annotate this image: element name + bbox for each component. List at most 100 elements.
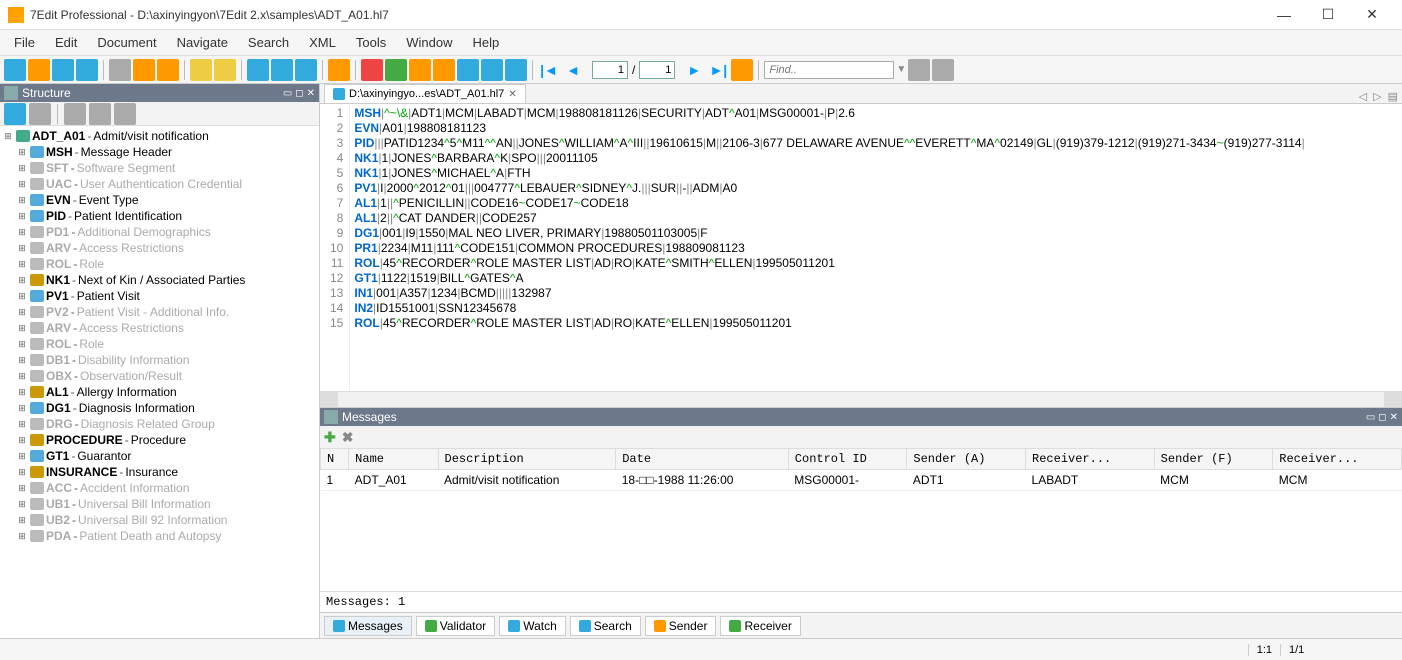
expand-icon[interactable]: ⊞ bbox=[16, 307, 28, 318]
tree-node-rol[interactable]: ⊞ROL - Role bbox=[2, 336, 317, 352]
tree-node-drg[interactable]: ⊞DRG - Diagnosis Related Group bbox=[2, 416, 317, 432]
box-icon[interactable] bbox=[409, 59, 431, 81]
tree-node-ub2[interactable]: ⊞UB2 - Universal Bill 92 Information bbox=[2, 512, 317, 528]
expand-icon[interactable]: ⊞ bbox=[16, 163, 28, 174]
cut-icon[interactable] bbox=[109, 59, 131, 81]
redo-icon[interactable] bbox=[214, 59, 236, 81]
menu-tools[interactable]: Tools bbox=[346, 31, 396, 54]
code-line[interactable]: PR1|2234|M11|111^CODE151|COMMON PROCEDUR… bbox=[354, 241, 1304, 256]
tree-node-al1[interactable]: ⊞AL1 - Allergy Information bbox=[2, 384, 317, 400]
expand-icon[interactable]: ⊞ bbox=[16, 227, 28, 238]
code-line[interactable]: DG1|001|I9|1550|MAL NEO LIVER, PRIMARY|1… bbox=[354, 226, 1304, 241]
minimize-button[interactable]: — bbox=[1262, 1, 1306, 29]
code-line[interactable]: PID|||PATID1234^5^M11^^AN||JONES^WILLIAM… bbox=[354, 136, 1304, 151]
down-icon[interactable] bbox=[385, 59, 407, 81]
expand-icon[interactable]: ⊞ bbox=[16, 323, 28, 334]
menu-file[interactable]: File bbox=[4, 31, 45, 54]
scroll-right-icon[interactable] bbox=[1384, 392, 1402, 407]
file-tab[interactable]: D:\axinyingyo...es\ADT_A01.hl7 ✕ bbox=[324, 84, 526, 103]
tab-prev-icon[interactable]: ◁ bbox=[1359, 90, 1367, 103]
tree-node-dg1[interactable]: ⊞DG1 - Diagnosis Information bbox=[2, 400, 317, 416]
code-line[interactable]: GT1|1122|1519|BILL^GATES^A bbox=[354, 271, 1304, 286]
up-icon[interactable] bbox=[64, 103, 86, 125]
tree-node-insurance[interactable]: ⊞INSURANCE - Insurance bbox=[2, 464, 317, 480]
code-line[interactable]: NK1|1|JONES^MICHAEL^A|FTH bbox=[354, 166, 1304, 181]
code-line[interactable]: IN1|001|A357|1234|BCMD|||||132987 bbox=[354, 286, 1304, 301]
expand-icon[interactable]: ⊞ bbox=[16, 451, 28, 462]
tab-list-icon[interactable]: ▤ bbox=[1388, 90, 1398, 103]
expand-icon[interactable]: ⊞ bbox=[16, 371, 28, 382]
code-line[interactable]: MSH|^~\&|ADT1|MCM|LABADT|MCM|19880818112… bbox=[354, 106, 1304, 121]
tree-node-db1[interactable]: ⊞DB1 - Disability Information bbox=[2, 352, 317, 368]
code-editor[interactable]: 123456789101112131415 MSH|^~\&|ADT1|MCM|… bbox=[320, 104, 1402, 391]
doc-icon[interactable] bbox=[295, 59, 317, 81]
new-file-icon[interactable] bbox=[4, 59, 26, 81]
code-line[interactable]: EVN|A01|198808181123 bbox=[354, 121, 1304, 136]
expand-icon[interactable]: ⊞ bbox=[16, 483, 28, 494]
code-line[interactable]: ROL|45^RECORDER^ROLE MASTER LIST|AD|RO|K… bbox=[354, 316, 1304, 331]
messages-column-header[interactable]: Control ID bbox=[788, 449, 907, 470]
maximize-button[interactable]: ☐ bbox=[1306, 1, 1350, 29]
expand-icon[interactable]: ⊞ bbox=[16, 211, 28, 222]
tree-node-pid[interactable]: ⊞PID - Patient Identification bbox=[2, 208, 317, 224]
tree-node-obx[interactable]: ⊞OBX - Observation/Result bbox=[2, 368, 317, 384]
panel-restore-icon[interactable]: ◻ bbox=[1378, 412, 1386, 423]
search-icon[interactable] bbox=[908, 59, 930, 81]
menu-xml[interactable]: XML bbox=[299, 31, 346, 54]
code-line[interactable]: PV1|I|2000^2012^01|||004777^LEBAUER^SIDN… bbox=[354, 181, 1304, 196]
tree-node-uac[interactable]: ⊞UAC - User Authentication Credential bbox=[2, 176, 317, 192]
menu-help[interactable]: Help bbox=[462, 31, 509, 54]
code-content[interactable]: MSH|^~\&|ADT1|MCM|LABADT|MCM|19880818112… bbox=[350, 104, 1308, 391]
expand-icon[interactable]: ⊞ bbox=[16, 195, 28, 206]
find-input[interactable] bbox=[764, 61, 894, 79]
messages-column-header[interactable]: Description bbox=[438, 449, 616, 470]
tree-node-gt1[interactable]: ⊞GT1 - Guarantor bbox=[2, 448, 317, 464]
page-current-input[interactable] bbox=[592, 61, 628, 79]
close-tab-icon[interactable]: ✕ bbox=[508, 89, 516, 100]
collapse-icon[interactable] bbox=[29, 103, 51, 125]
tree-node-arv[interactable]: ⊞ARV - Access Restrictions bbox=[2, 240, 317, 256]
delete-message-icon[interactable]: ✖ bbox=[342, 429, 354, 446]
expand-icon[interactable] bbox=[4, 103, 26, 125]
page-total-input[interactable] bbox=[639, 61, 675, 79]
code-line[interactable]: AL1|2||^CAT DANDER||CODE257 bbox=[354, 211, 1304, 226]
messages-column-header[interactable]: Sender (A) bbox=[907, 449, 1026, 470]
menu-edit[interactable]: Edit bbox=[45, 31, 87, 54]
tree-node-ub1[interactable]: ⊞UB1 - Universal Bill Information bbox=[2, 496, 317, 512]
next-page-icon[interactable]: ► bbox=[683, 59, 705, 81]
expand-icon[interactable]: ⊞ bbox=[16, 467, 28, 478]
menu-navigate[interactable]: Navigate bbox=[167, 31, 238, 54]
expand-icon[interactable]: ⊞ bbox=[16, 419, 28, 430]
tree-icon[interactable] bbox=[247, 59, 269, 81]
expand-icon[interactable]: ⊞ bbox=[16, 179, 28, 190]
scroll-left-icon[interactable] bbox=[320, 392, 338, 407]
messages-column-header[interactable]: N bbox=[321, 449, 349, 470]
expand-icon[interactable]: ⊞ bbox=[16, 355, 28, 366]
tree-node-sft[interactable]: ⊞SFT - Software Segment bbox=[2, 160, 317, 176]
messages-column-header[interactable]: Receiver... bbox=[1273, 449, 1402, 470]
tree-node-pd1[interactable]: ⊞PD1 - Additional Demographics bbox=[2, 224, 317, 240]
menu-document[interactable]: Document bbox=[87, 31, 166, 54]
expand-icon[interactable]: ⊞ bbox=[2, 131, 14, 142]
expand-icon[interactable]: ⊞ bbox=[16, 515, 28, 526]
tree-node-nk1[interactable]: ⊞NK1 - Next of Kin / Associated Parties bbox=[2, 272, 317, 288]
bookmark-icon[interactable] bbox=[731, 59, 753, 81]
bottom-tab-watch[interactable]: Watch bbox=[499, 616, 566, 636]
menu-window[interactable]: Window bbox=[396, 31, 462, 54]
tree-node-adt_a01[interactable]: ⊞ADT_A01 - Admit/visit notification bbox=[2, 128, 317, 144]
messages-column-header[interactable]: Name bbox=[349, 449, 438, 470]
paste-icon[interactable] bbox=[157, 59, 179, 81]
messages-column-header[interactable]: Sender (F) bbox=[1154, 449, 1273, 470]
expand-icon[interactable]: ⊞ bbox=[16, 291, 28, 302]
sort-icon[interactable] bbox=[114, 103, 136, 125]
doc4-icon[interactable] bbox=[505, 59, 527, 81]
tree-node-rol[interactable]: ⊞ROL - Role bbox=[2, 256, 317, 272]
structure-tree[interactable]: ⊞ADT_A01 - Admit/visit notification⊞MSH … bbox=[0, 126, 319, 638]
expand-icon[interactable]: ⊞ bbox=[16, 259, 28, 270]
add-message-icon[interactable]: ✚ bbox=[324, 429, 336, 446]
prev-page-icon[interactable]: ◄ bbox=[562, 59, 584, 81]
panel-close-icon[interactable]: ✕ bbox=[307, 88, 315, 99]
close-button[interactable]: ✕ bbox=[1350, 1, 1394, 29]
copy-icon[interactable] bbox=[133, 59, 155, 81]
expand-icon[interactable]: ⊞ bbox=[16, 531, 28, 542]
